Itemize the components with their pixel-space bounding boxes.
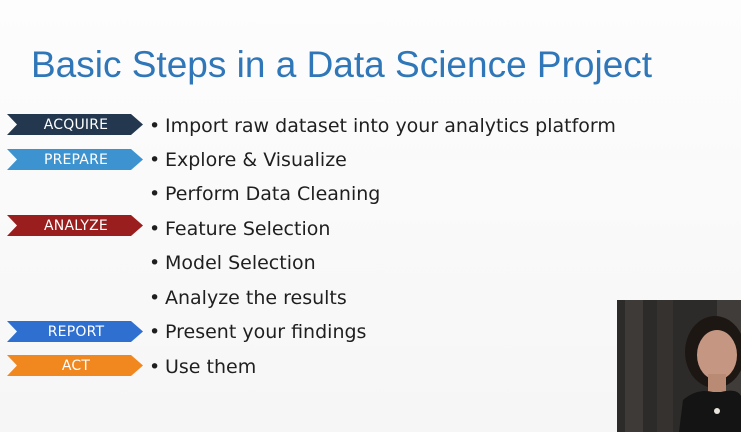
bullet-text: Analyze the results — [165, 287, 347, 309]
bullet-text: Feature Selection — [165, 218, 331, 240]
bullet-item: • Feature Selection — [149, 217, 330, 241]
bullet-item: • Analyze the results — [149, 286, 347, 310]
slide-title: Basic Steps in a Data Science Project — [31, 44, 653, 85]
bullet-dot: • — [149, 115, 161, 137]
bullet-item: • Import raw dataset into your analytics … — [149, 114, 616, 138]
step-tag-analyze: ANALYZE — [7, 215, 143, 236]
bullet-text: Import raw dataset into your analytics p… — [165, 115, 616, 137]
bullet-dot: • — [149, 252, 161, 274]
bullet-dot: • — [149, 321, 161, 343]
bullet-item: • Perform Data Cleaning — [149, 182, 380, 206]
bullet-item: • Use them — [149, 355, 256, 379]
bullet-dot: • — [149, 356, 161, 378]
bullet-dot: • — [149, 183, 161, 205]
step-tag-label: REPORT — [47, 323, 105, 340]
step-tag-act: ACT — [7, 355, 143, 376]
slide: Basic Steps in a Data Science Project AC… — [0, 0, 741, 432]
step-tag-label: ACT — [61, 357, 91, 374]
bullet-item: • Model Selection — [149, 251, 316, 275]
presenter-figure — [617, 300, 741, 432]
bullet-item: • Explore & Visualize — [149, 148, 347, 172]
bullet-text: Use them — [165, 356, 257, 378]
bullet-dot: • — [149, 218, 161, 240]
bullet-text: Explore & Visualize — [165, 149, 347, 171]
step-tag-label: ANALYZE — [44, 217, 108, 234]
bullet-item: • Present your findings — [149, 320, 366, 344]
bullet-text: Perform Data Cleaning — [165, 183, 381, 205]
presenter-video[interactable] — [617, 300, 741, 432]
bullet-text: Model Selection — [165, 252, 316, 274]
step-tag-prepare: PREPARE — [7, 149, 143, 170]
step-tag-label: ACQUIRE — [43, 116, 109, 133]
bullet-dot: • — [149, 149, 161, 171]
step-tag-report: REPORT — [7, 321, 143, 342]
bullet-text: Present your findings — [165, 321, 367, 343]
bullet-dot: • — [149, 287, 161, 309]
step-tag-label: PREPARE — [43, 151, 109, 168]
step-tag-acquire: ACQUIRE — [7, 114, 143, 135]
